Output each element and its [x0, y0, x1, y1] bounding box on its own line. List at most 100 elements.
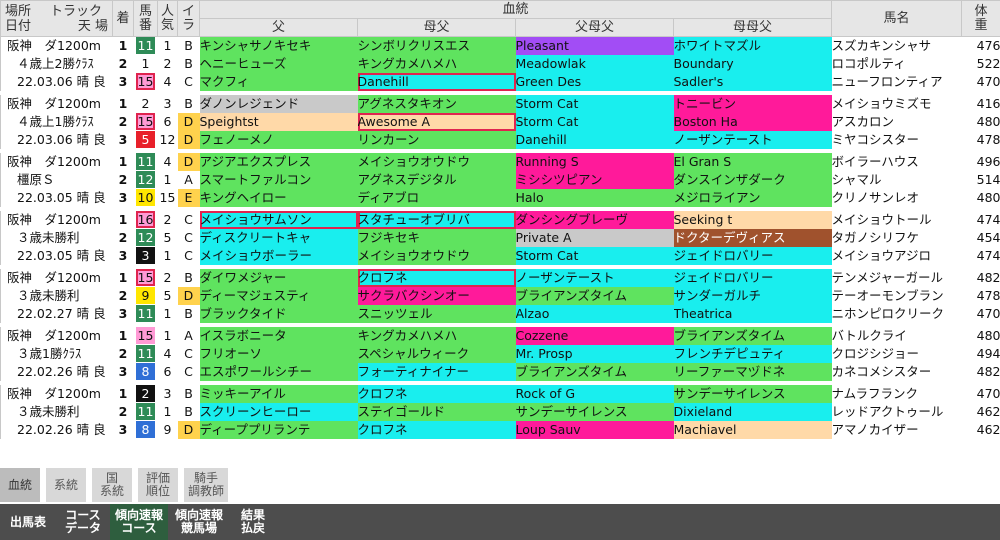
- race-venue-distance: 阪神 ダ1200m: [7, 328, 101, 343]
- dam-dam-sire-cell: ノーザンテースト: [673, 131, 832, 149]
- dam-sire-cell: サクラバクシンオー: [357, 287, 516, 305]
- horse-name[interactable]: メイショウアジロ: [832, 247, 962, 265]
- sire-cell: メイショウボーラー: [199, 247, 358, 265]
- race-venue-distance: 阪神 ダ1200m: [7, 96, 101, 111]
- umaban-badge: 15: [136, 327, 155, 344]
- table-row: 2 11 1 B スクリーンヒーロー ステイゴールド サンデーサイレンス Dixieland レ…: [1, 403, 1000, 421]
- track-header: トラック: [49, 3, 102, 19]
- umaban-cell: 15: [134, 327, 158, 345]
- horse-name[interactable]: ミヤコシスター: [832, 131, 962, 149]
- dam-dam-sire-cell: ブライアンズタイム: [673, 327, 832, 345]
- results-body: 阪神 ダ1200m ４歳上2勝ｸﾗｽ 22.03.06 晴 良 1 11 1 B キンシャサノ…: [0, 36, 1000, 439]
- tab-results-payouts[interactable]: 結果 払戻: [230, 504, 276, 540]
- horse-name[interactable]: スズカキンシャサ: [832, 37, 962, 56]
- race-info: 阪神 ダ1200m ３歳1勝ｸﾗｽ 22.02.26 晴 良: [0, 327, 113, 381]
- weight-header: 体重: [961, 0, 1000, 37]
- umaban-badge: 10: [136, 189, 155, 206]
- sire-sire-cell: Running S: [515, 153, 674, 171]
- finish-position: 3: [118, 248, 128, 263]
- dam-dam-sire-cell: サンダーガルチ: [673, 287, 832, 305]
- sire-sire-cell: Private A: [515, 229, 674, 247]
- horse-name[interactable]: クリノサンレオ: [832, 189, 962, 207]
- sire-cell: ダノンレジェンド: [199, 95, 358, 113]
- horse-name[interactable]: クロジシジョー: [832, 345, 962, 363]
- popularity: 5: [163, 230, 172, 245]
- race-date-condition: 22.03.06 晴 良: [17, 132, 106, 147]
- table-row: 2 15 6 D Speightst Awesome A Storm Cat Boston H…: [1, 113, 1000, 131]
- tab-rating-rank[interactable]: 評価 順位: [138, 468, 178, 502]
- popularity: 1: [163, 306, 172, 321]
- race-class: ４歳上2勝ｸﾗｽ: [17, 56, 94, 71]
- horse-name[interactable]: テンメジャーガール: [832, 269, 962, 287]
- race-class: ３歳未勝利: [17, 230, 80, 245]
- table-row: 阪神 ダ1200m ３歳未勝利 22.03.05 晴 良 1 16 2 C メイショウサムソン…: [0, 211, 1000, 265]
- sire-sire-cell: サンデーサイレンス: [515, 403, 674, 421]
- body-weight: 454: [976, 230, 1000, 245]
- finish-position: 2: [118, 114, 128, 129]
- umaban-cell: 8: [134, 421, 158, 439]
- tab-entries[interactable]: 出馬表: [0, 504, 56, 540]
- horse-name[interactable]: ボイラーハウス: [832, 153, 962, 171]
- horse-name[interactable]: タガノシリフケ: [832, 229, 962, 247]
- horse-name[interactable]: ニューフロンティア: [832, 73, 962, 91]
- race-date-condition: 22.03.06 晴 良: [17, 74, 106, 89]
- dam-dam-sire-cell: リーファーマヅドネ: [673, 363, 832, 381]
- horse-name[interactable]: メイショウトール: [832, 211, 962, 229]
- sire-sire-cell: ミシシツピアン: [515, 171, 674, 189]
- tab-jockey-trainer[interactable]: 騎手 調教師: [184, 468, 228, 502]
- umaban-badge: 11: [136, 345, 155, 362]
- horse-name[interactable]: メイショウミズモ: [832, 95, 962, 113]
- race-date-condition: 22.03.05 晴 良: [17, 190, 106, 205]
- sire-sire-cell: ブライアンズタイム: [515, 287, 674, 305]
- horse-name[interactable]: カネコメシスター: [832, 363, 962, 381]
- dam-dam-sire-cell: ダンスインザダーク: [673, 171, 832, 189]
- race-info: 阪神 ダ1200m ３歳未勝利 22.03.05 晴 良: [0, 211, 113, 265]
- popularity: 12: [159, 132, 176, 147]
- ira-grade: A: [184, 172, 193, 187]
- umaban-cell: 15: [134, 269, 158, 287]
- popularity: 4: [163, 74, 172, 89]
- dam-sire-cell: メイショウオウドウ: [357, 153, 516, 171]
- popularity-header: 人気: [157, 0, 178, 37]
- race-date-condition: 22.03.05 晴 良: [17, 248, 106, 263]
- table-row: 阪神 ダ1200m ３歳1勝ｸﾗｽ 22.02.26 晴 良 1 15 1 A イスラボニータ…: [0, 327, 1000, 381]
- race-venue-distance: 阪神 ダ1200m: [7, 154, 101, 169]
- race-venue-distance: 阪神 ダ1200m: [7, 386, 101, 401]
- sire-sire-cell: Danehill: [515, 131, 674, 149]
- body-weight: 474: [976, 248, 1000, 263]
- horse-name[interactable]: ニホンピロクリーク: [832, 305, 962, 323]
- finish-position: 2: [118, 288, 128, 303]
- horse-name[interactable]: バトルクライ: [832, 327, 962, 345]
- sire-cell: ディーマジェスティ: [199, 287, 358, 305]
- tab-lineage[interactable]: 系統: [46, 468, 86, 502]
- pedigree-header: 血統: [198, 0, 833, 19]
- sire-cell: スクリーンヒーロー: [199, 403, 358, 421]
- tab-trend-racecourse[interactable]: 傾向速報 競馬場: [168, 504, 230, 540]
- horse-name[interactable]: シャマル: [832, 171, 962, 189]
- dam-sire-cell: キングカメハメハ: [357, 55, 516, 73]
- tab-trend-course[interactable]: 傾向速報 コース: [110, 504, 168, 540]
- umaban-cell: 1: [134, 55, 158, 73]
- horse-name[interactable]: アスカロン: [832, 113, 962, 131]
- dam-sire-cell: スペシャルウィーク: [357, 345, 516, 363]
- tab-course-data[interactable]: コース データ: [56, 504, 110, 540]
- race-class: ３歳未勝利: [17, 404, 80, 419]
- tab-country-lineage[interactable]: 国 系統: [92, 468, 132, 502]
- horse-name[interactable]: ナムラフランク: [832, 385, 962, 403]
- table-row: 3 3 1 C メイショウボーラー メイショウオウドウ Storm Cat ジェイドロバリーメ…: [1, 247, 1000, 265]
- dam-sire-cell: スタチューオブリバ: [357, 211, 516, 229]
- table-row: 2 11 4 C フリオーソ スペシャルウィーク Mr. Prosp フレンチデピュティ クロジ…: [1, 345, 1000, 363]
- dam-dam-sire-cell: El Gran S: [673, 153, 832, 171]
- body-weight: 522: [976, 56, 1000, 71]
- horse-name[interactable]: ロコポルティ: [832, 55, 962, 73]
- table-row: 阪神 ダ1200m 橿原Ｓ 22.03.05 晴 良 1 11 4 D アジアエクスプレス メイ…: [0, 153, 1000, 207]
- dam-dam-sire-cell: メジロライアン: [673, 189, 832, 207]
- finish-position: 2: [118, 56, 128, 71]
- dam-sire-cell: リンカーン: [357, 131, 516, 149]
- horse-name[interactable]: テーオーモンブラン: [832, 287, 962, 305]
- tab-pedigree[interactable]: 血統: [0, 468, 40, 502]
- table-row: 阪神 ダ1200m ４歳上2勝ｸﾗｽ 22.03.06 晴 良 1 11 1 B キンシャサノ…: [0, 36, 1000, 91]
- horse-name[interactable]: レッドアクトゥール: [832, 403, 962, 421]
- table-row: 阪神 ダ1200m ３歳未勝利 22.02.27 晴 良 1 15 2 B ダイワメジャー クロ…: [0, 269, 1000, 323]
- horse-name[interactable]: アマノカイザー: [832, 421, 962, 439]
